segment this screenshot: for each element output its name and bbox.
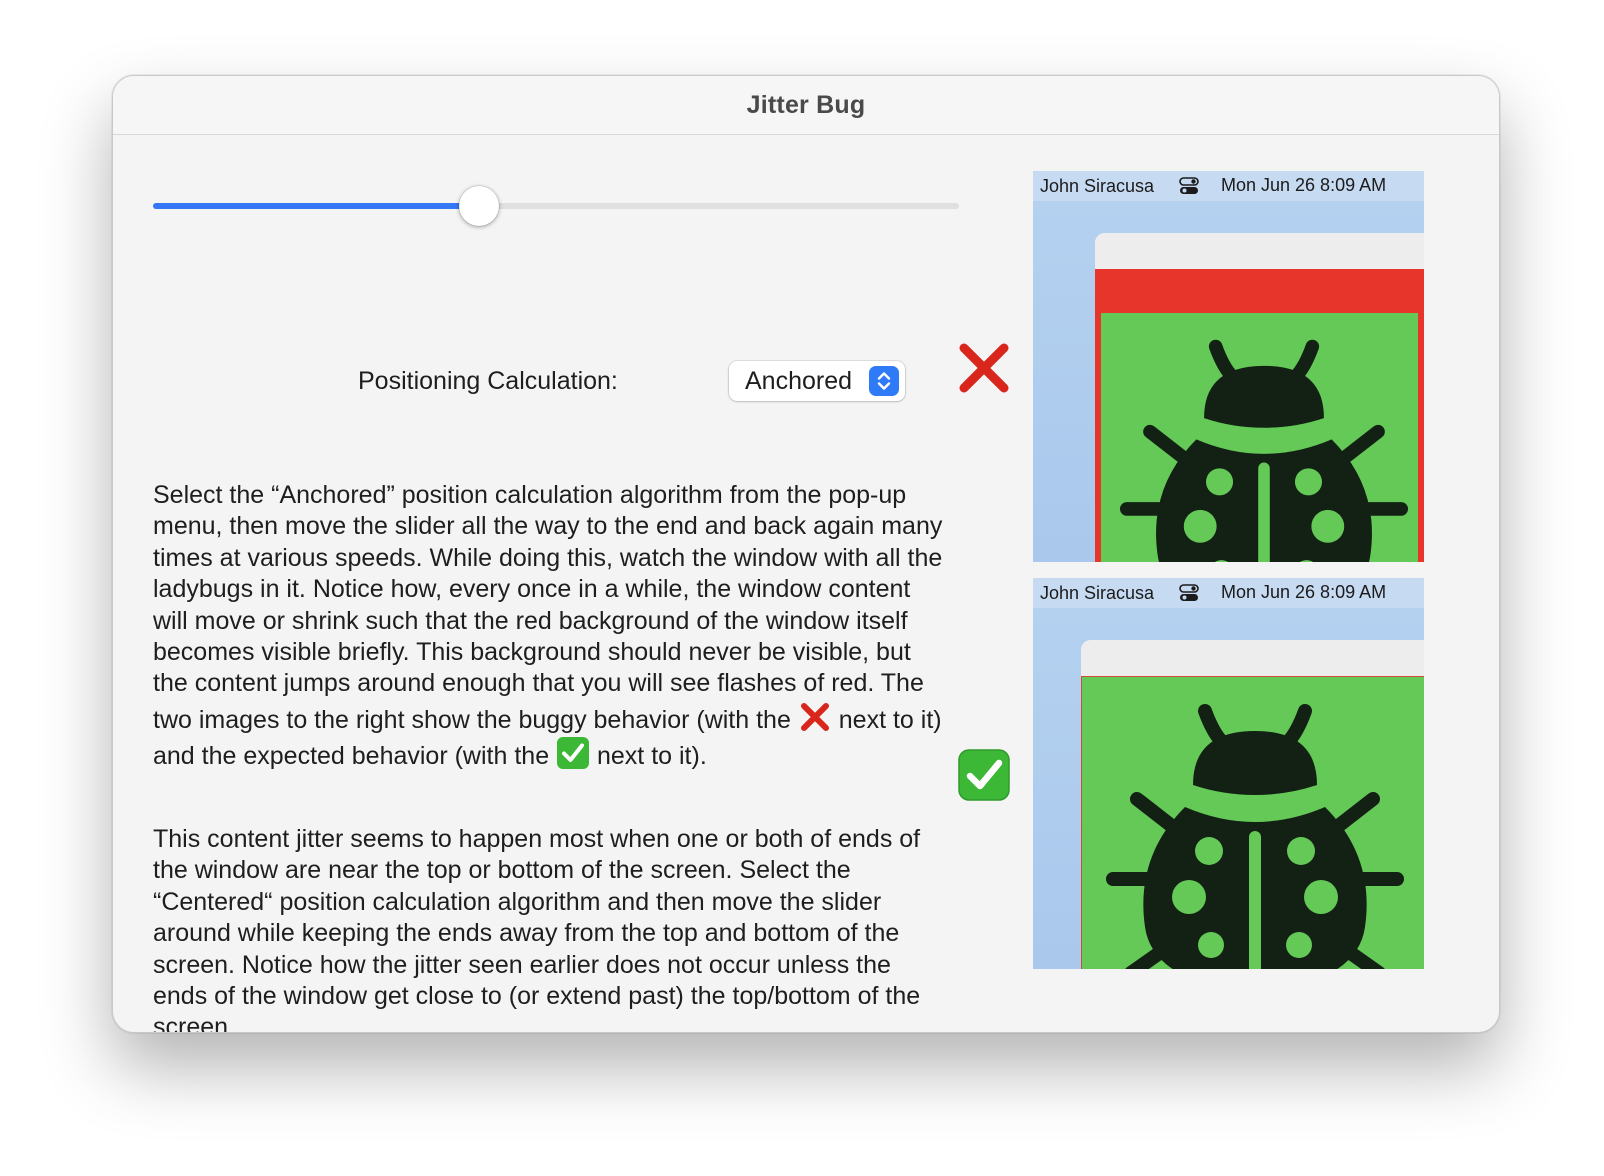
instructions-text: next to it). [597,742,707,771]
slider-thumb[interactable] [459,186,500,226]
ladybug-window [1095,233,1424,562]
title-bar[interactable]: Jitter Bug [113,76,1499,135]
ladybug-window-titlebar [1081,640,1424,676]
ladybug-icon [1119,333,1409,562]
cross-mark-icon [956,340,1012,396]
expected-behavior-screenshot: John Siracusa Mon Jun 26 8:09 AM [1033,578,1424,969]
check-mark-icon [956,747,1012,803]
desktop-background [1033,608,1424,969]
position-slider[interactable] [153,186,959,226]
menubar-clock: Mon Jun 26 8:09 AM [1221,582,1387,602]
check-mark-icon [556,736,590,770]
buggy-behavior-screenshot: John Siracusa Mon Jun 26 8:09 AM [1033,171,1424,562]
chevron-up-down-icon [869,366,899,396]
window-title: Jitter Bug [746,90,866,119]
ladybug-window-content [1101,313,1418,562]
instructions-text: Select the “Anchored” position calculati… [153,481,943,734]
control-center-icon [1179,583,1199,603]
cross-mark-icon [798,700,832,734]
positioning-row: Positioning Calculation: Anchored [153,361,959,403]
app-window: Jitter Bug Positioning Calculation: Anch… [112,75,1500,1033]
menu-bar: John Siracusa Mon Jun 26 8:09 AM [1033,578,1424,608]
positioning-label: Positioning Calculation: [358,367,618,395]
ladybug-window-titlebar [1095,233,1424,269]
positioning-selected-value: Anchored [745,367,853,395]
menu-bar: John Siracusa Mon Jun 26 8:09 AM [1033,171,1424,201]
instructions-paragraph-2: This content jitter seems to happen most… [153,825,921,1033]
desktop-background [1033,201,1424,562]
menubar-clock: Mon Jun 26 8:09 AM [1221,175,1387,195]
positioning-popup-button[interactable]: Anchored [729,361,905,401]
ladybug-window [1081,640,1424,969]
ladybug-window-content [1081,676,1424,969]
menubar-user-name: John Siracusa [1040,583,1155,603]
menubar-user-name: John Siracusa [1040,176,1155,196]
slider-fill [153,203,480,209]
instructions-paragraph-1: Select the “Anchored” position calculati… [153,480,943,773]
control-center-icon [1179,176,1199,196]
ladybug-icon [1100,697,1410,969]
